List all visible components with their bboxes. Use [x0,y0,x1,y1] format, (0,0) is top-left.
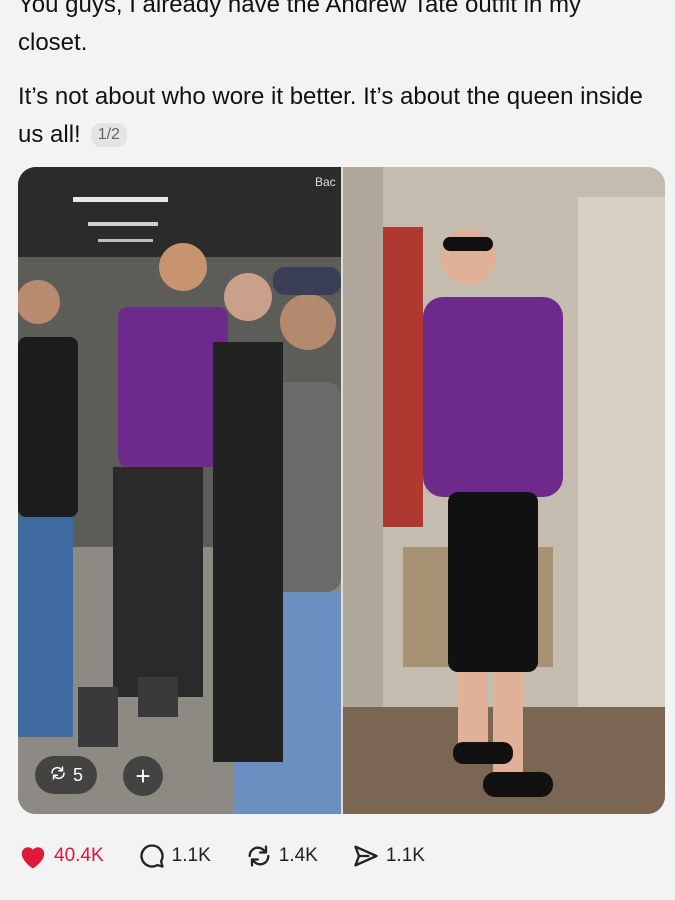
page-indicator: 1/2 [90,123,127,147]
repost-count-total: 1.4K [278,845,318,866]
repost-icon [245,842,273,870]
heart-icon [18,842,48,870]
add-button[interactable]: + [123,756,163,796]
share-count: 1.1K [385,845,425,866]
photo-left[interactable]: Bac [18,167,341,814]
reply-button[interactable]: 1.1K [138,842,211,870]
comment-icon [138,842,166,870]
repost-count: 5 [73,764,84,785]
post-text-line1: You guys, I already have the Andrew Tate… [18,0,582,18]
post-actions: 40.4K 1.1K 1.4K 1.1K [18,838,459,874]
background-sign-text: Bac [315,175,336,189]
repost-icon [49,764,67,787]
photo-left-illustration: Bac [18,167,341,814]
reply-count: 1.1K [171,845,211,866]
plus-icon: + [135,760,151,791]
post-media[interactable]: Bac 5 + [18,167,665,814]
like-count: 40.4K [54,845,104,866]
post-text-line2: closet. [18,29,88,56]
share-icon [352,842,380,870]
repost-count-pill[interactable]: 5 [35,756,98,794]
share-button[interactable]: 1.1K [352,842,425,870]
photo-right-illustration [343,167,665,814]
repost-button[interactable]: 1.4K [245,842,318,870]
like-button[interactable]: 40.4K [18,842,104,870]
post-text-paragraph2: It’s not about who wore it better. It’s … [18,78,663,154]
photo-right[interactable] [343,167,665,814]
